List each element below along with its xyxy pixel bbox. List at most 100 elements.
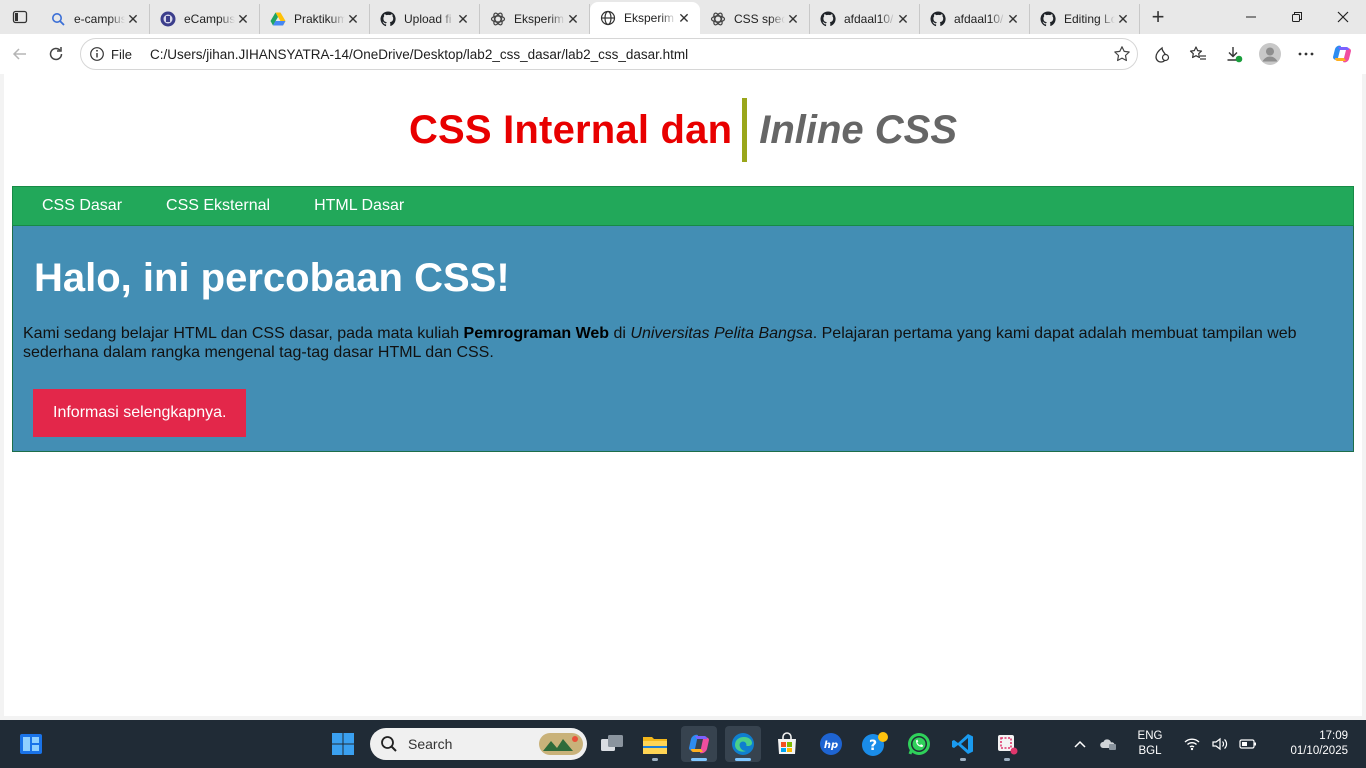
- edge-button[interactable]: [725, 726, 761, 762]
- file-explorer-button[interactable]: [637, 726, 673, 762]
- close-tab-icon[interactable]: ✕: [1005, 11, 1021, 27]
- nav-link[interactable]: CSS Dasar: [13, 197, 144, 215]
- task-view-button[interactable]: [594, 726, 630, 762]
- copilot-icon: [1333, 45, 1351, 63]
- browser-tab[interactable]: eCampus ✕: [150, 4, 260, 34]
- close-icon: [1337, 11, 1349, 23]
- speaker-icon: [1212, 737, 1228, 751]
- more-info-button[interactable]: Informasi selengkapnya.: [33, 389, 247, 437]
- minimize-button[interactable]: [1228, 0, 1274, 34]
- para-bold: Pemrograman Web: [463, 325, 610, 342]
- snipping-tool-icon: [998, 735, 1018, 755]
- close-tab-icon[interactable]: ✕: [895, 11, 911, 27]
- openai-icon: [490, 11, 506, 27]
- close-tab-icon[interactable]: ✕: [125, 11, 141, 27]
- address-bar[interactable]: File C:/Users/jihan.JIHANSYATRA-14/OneDr…: [80, 38, 1138, 70]
- para-italic: Universitas Pelita Bangsa: [630, 325, 813, 342]
- volume-status[interactable]: [1206, 720, 1234, 768]
- new-tab-button[interactable]: +: [1140, 2, 1176, 32]
- start-button[interactable]: [325, 726, 361, 762]
- close-tab-icon[interactable]: ✕: [1115, 11, 1131, 27]
- para-text-2: di: [609, 325, 631, 342]
- wifi-status[interactable]: [1178, 720, 1206, 768]
- hp-app-button[interactable]: hp: [813, 726, 849, 762]
- widgets-button[interactable]: [13, 726, 49, 762]
- restore-button[interactable]: [1274, 0, 1320, 34]
- taskbar: Search hp ? ENG BGL 17:09 01/10/2025: [0, 720, 1366, 768]
- close-tab-icon[interactable]: ✕: [785, 11, 801, 27]
- back-button[interactable]: [2, 38, 38, 70]
- page-viewport: CSS Internal dan Inline CSS CSS Dasar CSS…: [4, 74, 1362, 716]
- show-hidden-icons-button[interactable]: [1066, 720, 1094, 768]
- windows-logo-icon: [332, 733, 354, 755]
- close-tab-icon[interactable]: ✕: [345, 11, 361, 27]
- browser-essentials-button[interactable]: [1144, 38, 1180, 70]
- vscode-button[interactable]: [945, 726, 981, 762]
- clock[interactable]: 17:09 01/10/2025: [1276, 729, 1348, 759]
- edge-icon: [732, 733, 754, 755]
- close-tab-icon[interactable]: ✕: [676, 10, 692, 26]
- tab-strip: e-campus ✕ eCampus ✕ Praktikum ✕ Upload fi ✕ Eks…: [0, 0, 1366, 34]
- tab-actions-button[interactable]: [0, 0, 40, 34]
- page-nav: CSS Dasar CSS Eksternal HTML Dasar: [12, 186, 1354, 226]
- star-icon: [1114, 46, 1130, 62]
- copilot-icon: [689, 734, 709, 754]
- copilot-button[interactable]: [1324, 38, 1360, 70]
- running-indicator: [691, 758, 707, 761]
- browser-tab[interactable]: Eksperim ✕: [590, 2, 700, 34]
- search-icon: [50, 11, 66, 27]
- folder-icon: [643, 737, 667, 754]
- browser-tab[interactable]: Eksperim ✕: [480, 4, 590, 34]
- site-info-chip[interactable]: File: [89, 46, 132, 62]
- search-highlight-icon: [539, 733, 583, 755]
- tab-title: Editing Lo: [1064, 12, 1115, 26]
- whatsapp-button[interactable]: [901, 726, 937, 762]
- snipping-tool-button[interactable]: [989, 726, 1025, 762]
- running-indicator: [1004, 758, 1010, 761]
- browser-tab[interactable]: Praktikum ✕: [260, 4, 370, 34]
- info-icon: [90, 47, 104, 61]
- browser-tab[interactable]: afdaal10/✕: [810, 4, 920, 34]
- browser-tab[interactable]: Upload fi ✕: [370, 4, 480, 34]
- settings-more-button[interactable]: [1288, 38, 1324, 70]
- close-tab-icon[interactable]: ✕: [455, 11, 471, 27]
- taskbar-search[interactable]: Search: [370, 728, 587, 760]
- close-tab-icon[interactable]: ✕: [565, 11, 581, 27]
- browser-tab[interactable]: e-campus ✕: [40, 4, 150, 34]
- hero-title: Halo, ini percobaan CSS!: [34, 256, 510, 300]
- onedrive-button[interactable]: [1094, 720, 1122, 768]
- system-tray: ENG BGL 17:09 01/10/2025: [1066, 720, 1366, 768]
- header-title-grey: Inline CSS: [759, 107, 958, 152]
- header-title-red: CSS Internal dan: [408, 107, 733, 152]
- university-logo-icon: [160, 11, 176, 27]
- minimize-icon: [1246, 16, 1256, 18]
- nav-link[interactable]: HTML Dasar: [292, 197, 426, 215]
- url-text[interactable]: C:/Users/jihan.JIHANSYATRA-14/OneDrive/D…: [150, 47, 1107, 62]
- running-indicator: [735, 758, 751, 761]
- para-text-1: Kami sedang belajar HTML dan CSS dasar, …: [23, 325, 464, 342]
- nav-link[interactable]: CSS Eksternal: [144, 197, 292, 215]
- close-window-button[interactable]: [1320, 0, 1366, 34]
- chevron-up-icon: [1074, 740, 1086, 748]
- profile-button[interactable]: [1252, 38, 1288, 70]
- reload-button[interactable]: [38, 38, 74, 70]
- battery-status[interactable]: [1234, 720, 1262, 768]
- browser-tab[interactable]: CSS spec ✕: [700, 4, 810, 34]
- language-indicator[interactable]: ENG BGL: [1128, 729, 1172, 759]
- browser-essentials-icon: [1155, 46, 1170, 63]
- copilot-app-button[interactable]: [681, 726, 717, 762]
- hero-paragraph: Kami sedang belajar HTML dan CSS dasar, …: [23, 324, 1343, 362]
- wifi-icon: [1184, 738, 1200, 751]
- tab-title: afdaal10/: [954, 12, 1004, 26]
- restore-icon: [1292, 12, 1302, 22]
- more-dots-icon: [1298, 52, 1314, 56]
- downloads-button[interactable]: [1216, 38, 1252, 70]
- favorites-button[interactable]: [1180, 38, 1216, 70]
- vscode-icon: [952, 734, 973, 754]
- browser-tab[interactable]: afdaal10/✕: [920, 4, 1030, 34]
- close-tab-icon[interactable]: ✕: [235, 11, 251, 27]
- microsoft-store-button[interactable]: [769, 726, 805, 762]
- favorite-button[interactable]: [1107, 45, 1137, 63]
- get-help-button[interactable]: ?: [857, 726, 893, 762]
- browser-tab[interactable]: Editing Lo ✕: [1030, 4, 1140, 34]
